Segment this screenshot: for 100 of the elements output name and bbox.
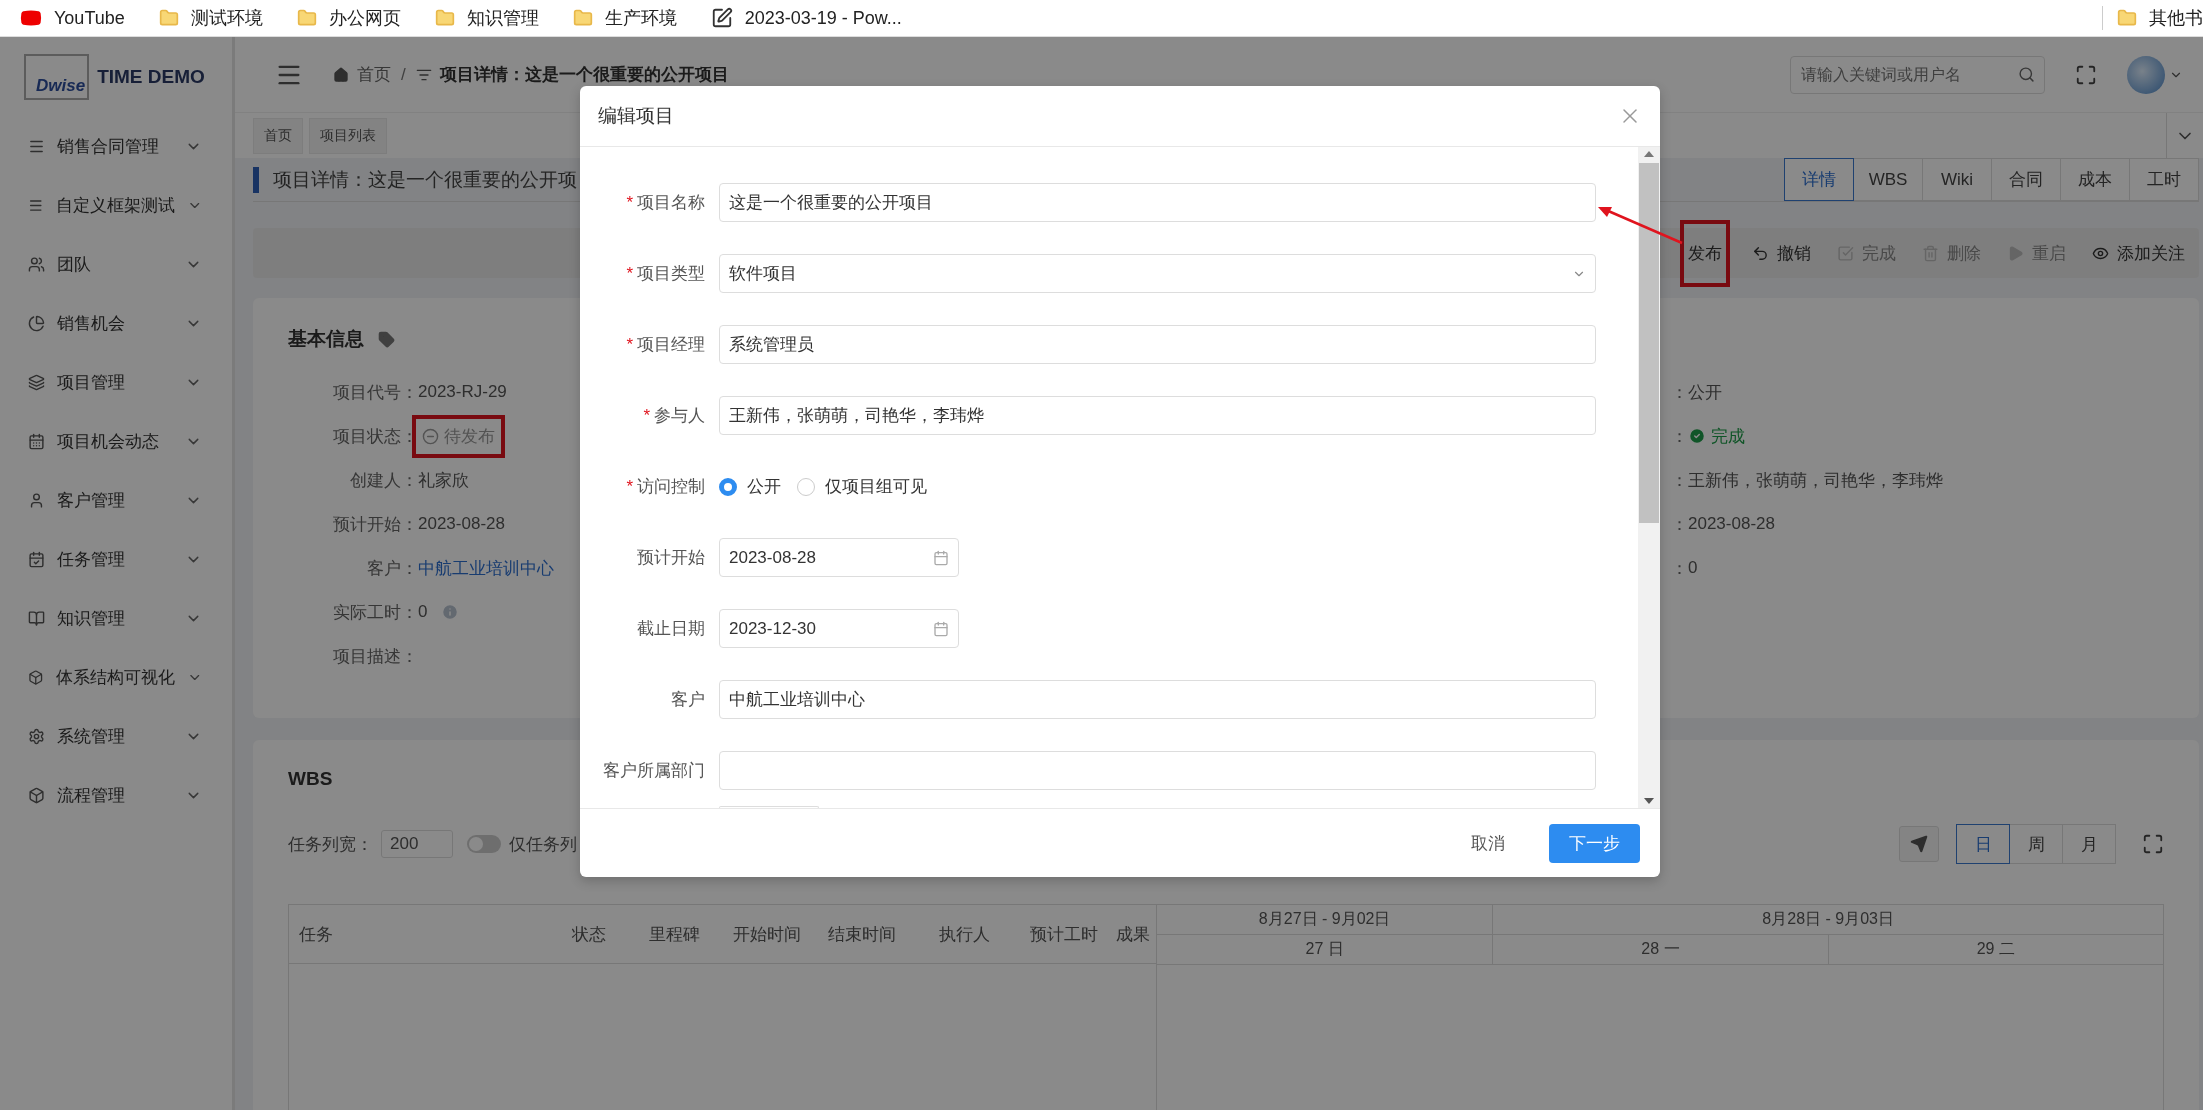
- sidebar-item[interactable]: 销售合同管理: [0, 117, 232, 176]
- bookmark[interactable]: 2023-03-19 - Pow...: [710, 7, 902, 29]
- bookmark[interactable]: 生产环境: [572, 6, 677, 30]
- column-header: 任务: [298, 923, 334, 946]
- action-button[interactable]: 添加关注: [2092, 241, 2185, 265]
- radio-option[interactable]: 公开: [719, 475, 781, 498]
- tag-icon: [378, 330, 395, 348]
- sidebar-item[interactable]: 销售机会: [0, 294, 232, 353]
- text-input[interactable]: 中航工业培训中心: [719, 680, 1596, 719]
- cancel-button[interactable]: 取消: [1451, 823, 1525, 863]
- form-label: 预计开始: [636, 547, 705, 569]
- field-value: 2023-RJ-29: [418, 382, 507, 402]
- customer-link[interactable]: 中航工业培训中心: [418, 556, 554, 580]
- column-header: 里程碑: [647, 923, 701, 946]
- calendar-icon: [933, 620, 949, 637]
- folder-icon: [572, 8, 593, 28]
- book-icon: [28, 610, 45, 627]
- scale-tab[interactable]: 日: [1956, 824, 2010, 864]
- sidebar-item[interactable]: 项目管理: [0, 353, 232, 412]
- bookmark[interactable]: YouTube: [20, 7, 125, 29]
- bookmark[interactable]: 知识管理: [434, 6, 539, 30]
- form-label: * 项目经理: [625, 334, 705, 356]
- sidebar-item[interactable]: 团队: [0, 235, 232, 294]
- sidebar-item[interactable]: 知识管理: [0, 589, 232, 648]
- scale-tab[interactable]: 月: [2062, 824, 2116, 864]
- day-header: 27 日: [1304, 939, 1345, 959]
- undo-icon: [1752, 244, 1769, 262]
- calendar-icon: [28, 433, 45, 450]
- toggle-switch[interactable]: [467, 835, 501, 853]
- action-button[interactable]: 撤销: [1752, 241, 1811, 265]
- checkbox-icon: [1837, 244, 1854, 262]
- tab[interactable]: 工时: [2129, 158, 2199, 201]
- tab[interactable]: 合同: [1991, 158, 2061, 201]
- field-value: 公开: [1688, 381, 1722, 404]
- home-icon: [333, 66, 349, 83]
- column-header: 结束时间: [826, 923, 897, 946]
- width-input[interactable]: 200: [381, 830, 453, 858]
- week-header: 8月28日 - 9月03日: [1492, 905, 2163, 934]
- tab[interactable]: WBS: [1853, 158, 1923, 201]
- bookmark[interactable]: 测试环境: [158, 6, 263, 30]
- field-label: ：: [1670, 513, 1688, 536]
- date-input[interactable]: 2023-12-30: [719, 609, 959, 648]
- scroll-thumb[interactable]: [1639, 163, 1659, 523]
- breadcrumb-item[interactable]: 首页: [333, 63, 391, 86]
- scroll-down-icon[interactable]: [1644, 798, 1654, 804]
- text-input[interactable]: 系统管理员: [719, 325, 1596, 364]
- pie-chart-icon: [28, 315, 45, 332]
- user-icon: [28, 492, 45, 509]
- radio-option[interactable]: 仅项目组可见: [797, 475, 927, 498]
- info-icon: [441, 603, 460, 621]
- day-header: 29 二: [1827, 935, 2163, 964]
- bookmark-folder[interactable]: 其他书: [2102, 6, 2203, 30]
- tab[interactable]: 成本: [2060, 158, 2130, 201]
- trash-icon: [1922, 244, 1939, 262]
- dialog-title: 编辑项目: [598, 104, 674, 128]
- column-header: 状态: [571, 923, 607, 946]
- text-input[interactable]: [719, 751, 1596, 790]
- scale-tab[interactable]: 周: [2009, 824, 2063, 864]
- tab[interactable]: Wiki: [1922, 158, 1992, 201]
- avatar[interactable]: [2127, 55, 2165, 94]
- tab[interactable]: 详情: [1784, 158, 1854, 201]
- sidebar-item[interactable]: 流程管理: [0, 766, 232, 825]
- send-button[interactable]: [1899, 826, 1939, 862]
- text-input[interactable]: 王新伟，张萌萌，司艳华，李玮烨: [719, 396, 1596, 435]
- form-label: * 参与人: [642, 405, 705, 427]
- form-label: 客户: [670, 689, 705, 711]
- week-header: 8月27日 - 9月02日: [1257, 909, 1392, 929]
- sidebar-item[interactable]: 自定义框架测试: [0, 176, 232, 235]
- folder-icon: [158, 8, 179, 28]
- field-label: ：: [1670, 469, 1688, 492]
- scroll-up-icon[interactable]: [1644, 151, 1654, 157]
- page-tag[interactable]: 首页: [253, 117, 303, 154]
- logo-title: TIME DEMO: [97, 66, 205, 88]
- text-input[interactable]: 这是一个很重要的公开项目: [719, 183, 1596, 222]
- layers-icon: [28, 374, 45, 391]
- next-button[interactable]: 下一步: [1549, 823, 1640, 863]
- minus-circle-icon: [422, 427, 439, 445]
- folder-icon: [434, 8, 455, 28]
- search-icon: [2018, 65, 2035, 83]
- sidebar-item[interactable]: 项目机会动态: [0, 412, 232, 471]
- date-input[interactable]: 2023-08-28: [719, 538, 959, 577]
- field-value: 礼家欣: [418, 469, 469, 492]
- users-icon: [28, 256, 45, 273]
- bookmark[interactable]: 办公网页: [296, 6, 401, 30]
- sidebar-item[interactable]: 任务管理: [0, 530, 232, 589]
- page-tag[interactable]: 项目列表: [309, 117, 387, 154]
- sidebar-item[interactable]: 系统管理: [0, 707, 232, 766]
- form-label: 截止日期: [636, 618, 705, 640]
- sidebar-item[interactable]: 客户管理: [0, 471, 232, 530]
- calendar-icon: [933, 549, 949, 566]
- scrollbar[interactable]: [1638, 147, 1660, 808]
- breadcrumb-separator: /: [401, 64, 406, 85]
- fullscreen-icon[interactable]: [2075, 63, 2097, 86]
- select-field[interactable]: 软件项目: [719, 254, 1596, 293]
- search-field[interactable]: 请输入关键词或用户名: [1790, 55, 2045, 94]
- field-label: ：: [1670, 425, 1688, 448]
- fullscreen-icon[interactable]: [2142, 833, 2164, 855]
- lines-icon: [28, 197, 44, 214]
- sidebar-item[interactable]: 体系结构可视化: [0, 648, 232, 707]
- field-value: 2023-08-28: [418, 514, 505, 534]
